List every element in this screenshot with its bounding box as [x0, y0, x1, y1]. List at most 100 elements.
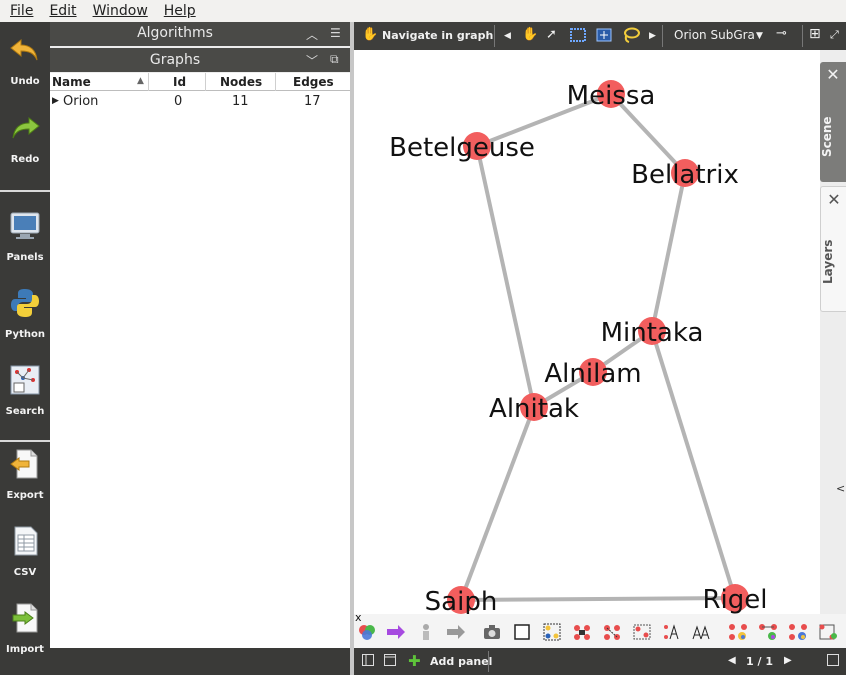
menu-edit[interactable]: Edit — [39, 0, 82, 22]
csv-button[interactable]: CSV — [0, 513, 50, 591]
edge-color-palette-icon[interactable] — [758, 622, 778, 642]
graph-edge[interactable] — [475, 145, 536, 408]
panels-button[interactable]: Panels — [0, 198, 50, 276]
expand-arrow-icon[interactable]: ▶ — [52, 96, 59, 106]
graphs-panel-header[interactable]: Graphs ﹀ ⧉ — [50, 48, 350, 72]
graph-view[interactable]: Meissa Betelgeuse Bellatrix Mintaka Alnilam A… — [354, 50, 820, 614]
select-pointer-icon[interactable]: ➚ — [546, 27, 557, 42]
label-color-palette-icon[interactable] — [788, 622, 808, 642]
export-button[interactable]: Export — [0, 436, 50, 514]
show-labels-icon[interactable] — [542, 622, 562, 642]
edge-labels-icon[interactable] — [602, 622, 622, 642]
python-button[interactable]: Python — [0, 275, 50, 353]
add-icon[interactable]: ✚ — [408, 652, 421, 670]
python-icon — [11, 289, 39, 317]
add-panel-button[interactable]: Add panel — [430, 655, 492, 668]
graph-edge[interactable] — [650, 330, 737, 599]
main-toolbar: Undo Redo Panels Python Search Export CS… — [0, 22, 50, 675]
graph-node-label-alnilam: Alnilam — [544, 359, 641, 389]
node-size-icon[interactable] — [416, 622, 436, 642]
label-color-icon[interactable] — [691, 622, 711, 642]
navigate-mode-button[interactable]: Navigate in graph — [382, 29, 493, 42]
graph-edge[interactable] — [459, 406, 536, 601]
expand-panel-icon[interactable]: < — [836, 482, 845, 495]
redo-button[interactable]: Redo — [0, 100, 50, 178]
search-button[interactable]: Search — [0, 352, 50, 430]
edge-weight-icon[interactable] — [446, 622, 466, 642]
menu-window-label: Window — [92, 3, 148, 19]
redo-label: Redo — [10, 154, 40, 165]
column-divider — [205, 73, 206, 91]
menu-edit-label: Edit — [49, 3, 77, 19]
column-divider — [148, 73, 149, 91]
undo-label: Undo — [10, 76, 40, 87]
graphs-title: Graphs — [149, 52, 201, 68]
chevron-up-icon[interactable]: ︿ — [306, 26, 318, 43]
graph-node-label-saiph: Saiph — [425, 587, 498, 614]
fullscreen-icon[interactable] — [827, 654, 839, 669]
screenshot-camera-icon[interactable] — [482, 622, 502, 642]
view-select-dropdown[interactable]: Orion SubGra — [674, 28, 755, 42]
next-page-icon[interactable]: ▶ — [784, 655, 792, 666]
rect-select-icon[interactable] — [570, 28, 586, 45]
graph-status-bar: ✚ Add panel ◀ 1 / 1 ▶ — [354, 648, 846, 675]
color-edges-icon[interactable] — [386, 622, 406, 642]
column-header-edges[interactable]: Edges — [293, 75, 334, 89]
graph-edges-cell: 17 — [304, 94, 321, 109]
panel-menu-icon[interactable]: ☰ — [330, 26, 341, 40]
menu-file[interactable]: File — [0, 0, 39, 22]
column-header-id[interactable]: Id — [173, 75, 186, 89]
prev-page-icon[interactable]: ◀ — [728, 655, 736, 666]
redo-icon — [12, 116, 40, 139]
import-button[interactable]: Import — [0, 590, 50, 668]
close-icon[interactable]: ✕ — [821, 187, 846, 213]
background-color-icon[interactable] — [512, 622, 532, 642]
scroll-right-icon[interactable]: ▶ — [649, 31, 656, 41]
link-view-icon[interactable]: ⊸ — [776, 26, 787, 41]
graph-edge[interactable] — [460, 596, 736, 602]
window-toggle-icon[interactable] — [384, 654, 396, 669]
graph-id-cell: 0 — [174, 94, 183, 109]
graph-canvas[interactable]: Meissa Betelgeuse Bellatrix Mintaka Alnilam A… — [354, 50, 820, 614]
chevron-down-icon[interactable]: ﹀ — [306, 52, 318, 69]
table-row[interactable]: ▶ Orion 0 11 17 — [50, 93, 350, 111]
algorithms-panel-header[interactable]: Algorithms ︿ ☰ — [50, 22, 350, 46]
label-font-icon[interactable] — [662, 622, 682, 642]
toolbar-divider — [0, 190, 50, 192]
chevron-down-icon[interactable]: ▼ — [756, 31, 763, 41]
graph-node-label-betelgeuse: Betelgeuse — [389, 133, 535, 163]
scroll-left-icon[interactable]: ◀ — [504, 31, 511, 41]
lasso-icon[interactable] — [622, 27, 640, 46]
size-palette-icon[interactable] — [818, 622, 838, 642]
graph-toolbar: ✋ Navigate in graph ◀ ✋ ➚ ▶ Orion SubGra… — [354, 22, 846, 50]
graph-edge[interactable] — [650, 172, 687, 332]
menu-help[interactable]: Help — [154, 0, 202, 22]
pan-hand-icon[interactable]: ✋ — [522, 27, 538, 42]
magic-select-icon[interactable] — [596, 28, 612, 45]
sidebar-toggle-icon[interactable] — [362, 654, 374, 669]
graphs-table: Name ▲ Id Nodes Edges ▶ Orion 0 11 17 — [50, 73, 350, 648]
app-window: File Edit Window Help Undo Redo Panels P… — [0, 0, 846, 675]
close-icon[interactable]: ✕ — [820, 62, 846, 88]
color-nodes-icon[interactable] — [357, 622, 377, 642]
graph-bottom-toolbar: x — [354, 611, 846, 648]
status-separator — [488, 651, 489, 672]
side-tabs: ✕ Scene ✕ Layers < — [820, 50, 846, 648]
toolbar-separator — [662, 25, 663, 47]
detach-icon[interactable]: ⧉ — [330, 52, 339, 67]
node-color-palette-icon[interactable] — [728, 622, 748, 642]
column-header-name[interactable]: Name — [52, 75, 91, 89]
csv-icon — [14, 526, 38, 556]
tab-layers[interactable]: ✕ Layers — [820, 186, 846, 312]
csv-label: CSV — [13, 567, 37, 578]
node-labels-icon[interactable] — [572, 622, 592, 642]
import-icon — [12, 603, 38, 633]
tab-scene[interactable]: ✕ Scene — [820, 62, 846, 182]
maximize-icon[interactable]: ⤢ — [830, 28, 839, 42]
grid-layout-icon[interactable]: ⊞ — [809, 26, 821, 42]
graph-name-cell: Orion — [63, 94, 99, 109]
label-size-icon[interactable] — [632, 622, 652, 642]
undo-button[interactable]: Undo — [0, 22, 50, 100]
column-header-nodes[interactable]: Nodes — [220, 75, 262, 89]
menu-window[interactable]: Window — [83, 0, 154, 22]
